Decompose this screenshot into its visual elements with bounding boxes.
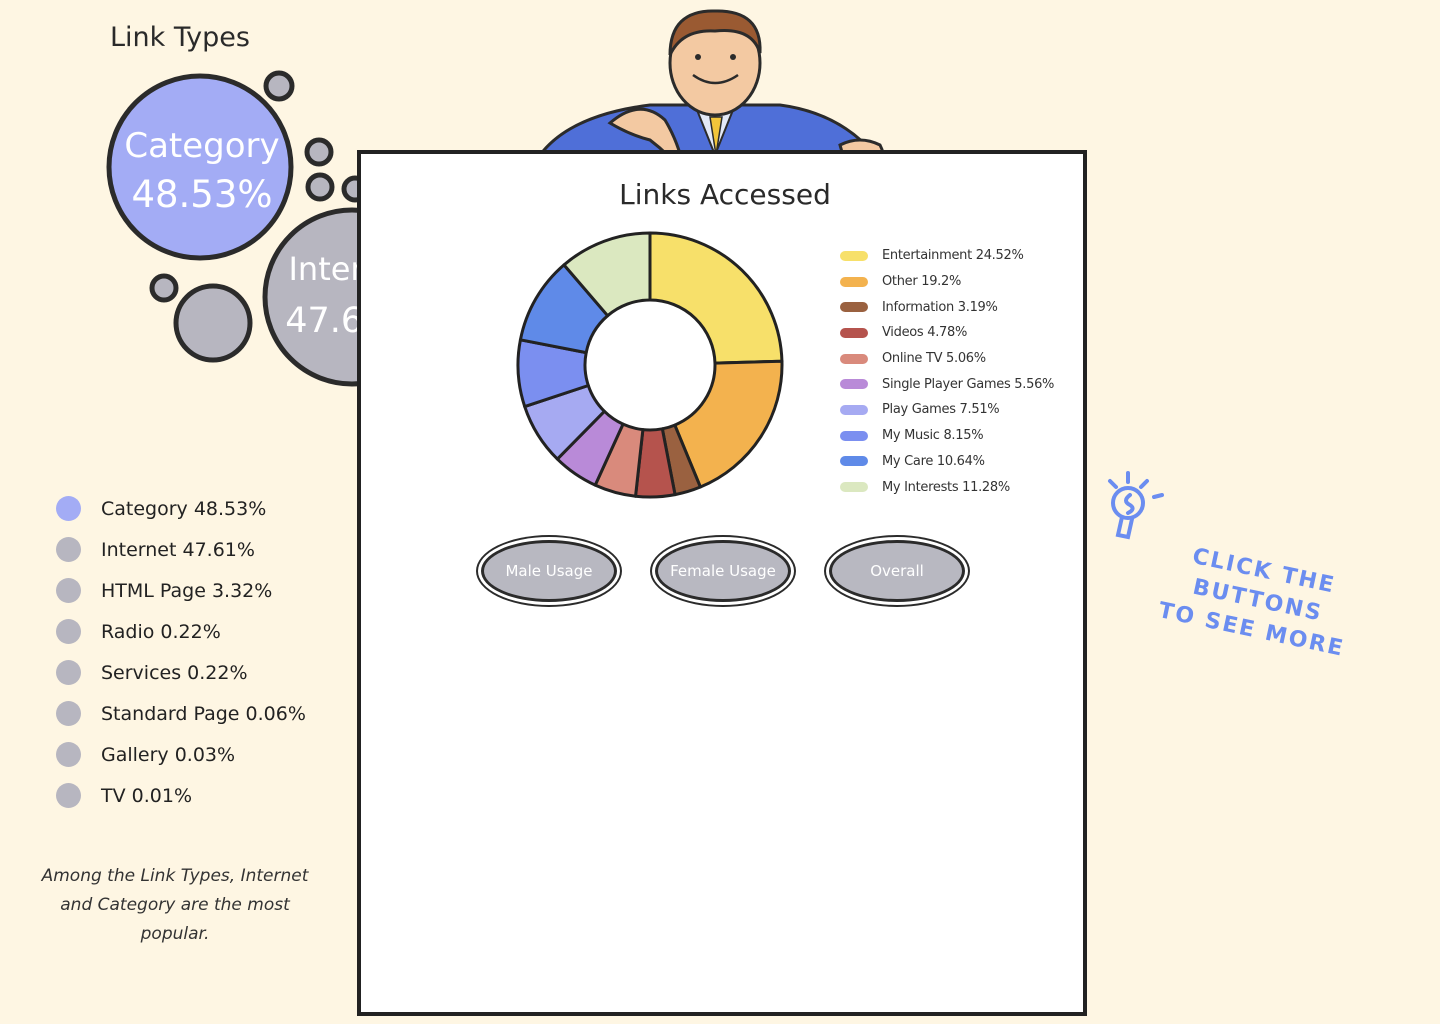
legend-dot [56, 537, 81, 562]
legend-item-my-music[interactable]: My Music 8.15% [840, 423, 1070, 449]
link-types-title: Link Types [110, 22, 250, 53]
small-bubble [304, 137, 334, 167]
legend-item-single-player-games[interactable]: Single Player Games 5.56% [840, 371, 1070, 397]
legend-swatch [840, 430, 868, 441]
legend-label: Information 3.19% [882, 299, 998, 315]
legend-dot [56, 742, 81, 767]
legend-label: Category 48.53% [101, 497, 267, 520]
legend-label: Single Player Games 5.56% [882, 376, 1055, 392]
legend-item-online-tv[interactable]: Online TV 5.06% [840, 346, 1070, 372]
small-bubble [173, 283, 253, 363]
overall-button[interactable]: Overall [829, 540, 965, 602]
legend-label: Services 0.22% [101, 661, 248, 684]
small-bubble [263, 70, 295, 102]
legend-swatch [840, 327, 868, 338]
legend-item-my-interests[interactable]: My Interests 11.28% [840, 474, 1070, 500]
legend-label: Play Games 7.51% [882, 402, 1000, 418]
legend-label: HTML Page 3.32% [101, 579, 273, 602]
legend-label: My Music 8.15% [882, 428, 984, 444]
legend-item-radio[interactable]: Radio 0.22% [56, 611, 356, 652]
legend-item-play-games[interactable]: Play Games 7.51% [840, 397, 1070, 423]
legend-item-services[interactable]: Services 0.22% [56, 652, 356, 693]
links-accessed-legend: Entertainment 24.52% Other 19.2% Informati… [840, 243, 1070, 500]
legend-item-videos[interactable]: Videos 4.78% [840, 320, 1070, 346]
legend-item-html-page[interactable]: HTML Page 3.32% [56, 570, 356, 611]
legend-swatch [840, 276, 868, 287]
legend-swatch [840, 250, 868, 261]
links-accessed-donut-chart [516, 231, 784, 499]
legend-item-standard-page[interactable]: Standard Page 0.06% [56, 693, 356, 734]
legend-dot [56, 496, 81, 521]
legend-label: Entertainment 24.52% [882, 248, 1024, 264]
category-bubble-label: Category [124, 126, 279, 166]
legend-dot [56, 578, 81, 603]
legend-item-other[interactable]: Other 19.2% [840, 269, 1070, 295]
legend-swatch [840, 302, 868, 313]
legend-dot [56, 783, 81, 808]
legend-label: Radio 0.22% [101, 620, 221, 643]
legend-label: My Care 10.64% [882, 453, 985, 469]
legend-label: Standard Page 0.06% [101, 702, 306, 725]
link-types-note: Among the Link Types, Internet and Categ… [41, 866, 309, 944]
male-usage-button[interactable]: Male Usage [481, 540, 617, 602]
legend-label: Other 19.2% [882, 274, 962, 290]
legend-item-information[interactable]: Information 3.19% [840, 294, 1070, 320]
legend-swatch [840, 456, 868, 467]
legend-item-gallery[interactable]: Gallery 0.03% [56, 734, 356, 775]
legend-label: TV 0.01% [101, 784, 193, 807]
legend-swatch [840, 379, 868, 390]
legend-swatch [840, 482, 868, 493]
legend-label: Online TV 5.06% [882, 351, 986, 367]
legend-label: Videos 4.78% [882, 325, 968, 341]
legend-item-entertainment[interactable]: Entertainment 24.52% [840, 243, 1070, 269]
legend-dot [56, 701, 81, 726]
legend-item-my-care[interactable]: My Care 10.64% [840, 449, 1070, 475]
chart-title: Links Accessed [619, 178, 831, 211]
legend-label: Internet 47.61% [101, 538, 255, 561]
link-types-legend: Category 48.53% Internet 47.61% HTML Pag… [56, 488, 356, 816]
donut-slice-entertainment[interactable] [648, 231, 784, 365]
legend-label: My Interests 11.28% [882, 479, 1010, 495]
legend-swatch [840, 353, 868, 364]
category-bubble-value: 48.53% [131, 173, 272, 216]
legend-item-category[interactable]: Category 48.53% [56, 488, 356, 529]
category-bubble [106, 73, 294, 261]
female-usage-button[interactable]: Female Usage [655, 540, 791, 602]
small-bubble [149, 273, 179, 303]
legend-label: Gallery 0.03% [101, 743, 236, 766]
legend-dot [56, 619, 81, 644]
legend-dot [56, 660, 81, 685]
small-bubble [305, 172, 335, 202]
legend-item-internet[interactable]: Internet 47.61% [56, 529, 356, 570]
click-hint: CLICK THE BUTTONS TO SEE MORE [1111, 528, 1404, 674]
legend-swatch [840, 404, 868, 415]
legend-item-tv[interactable]: TV 0.01% [56, 775, 356, 816]
